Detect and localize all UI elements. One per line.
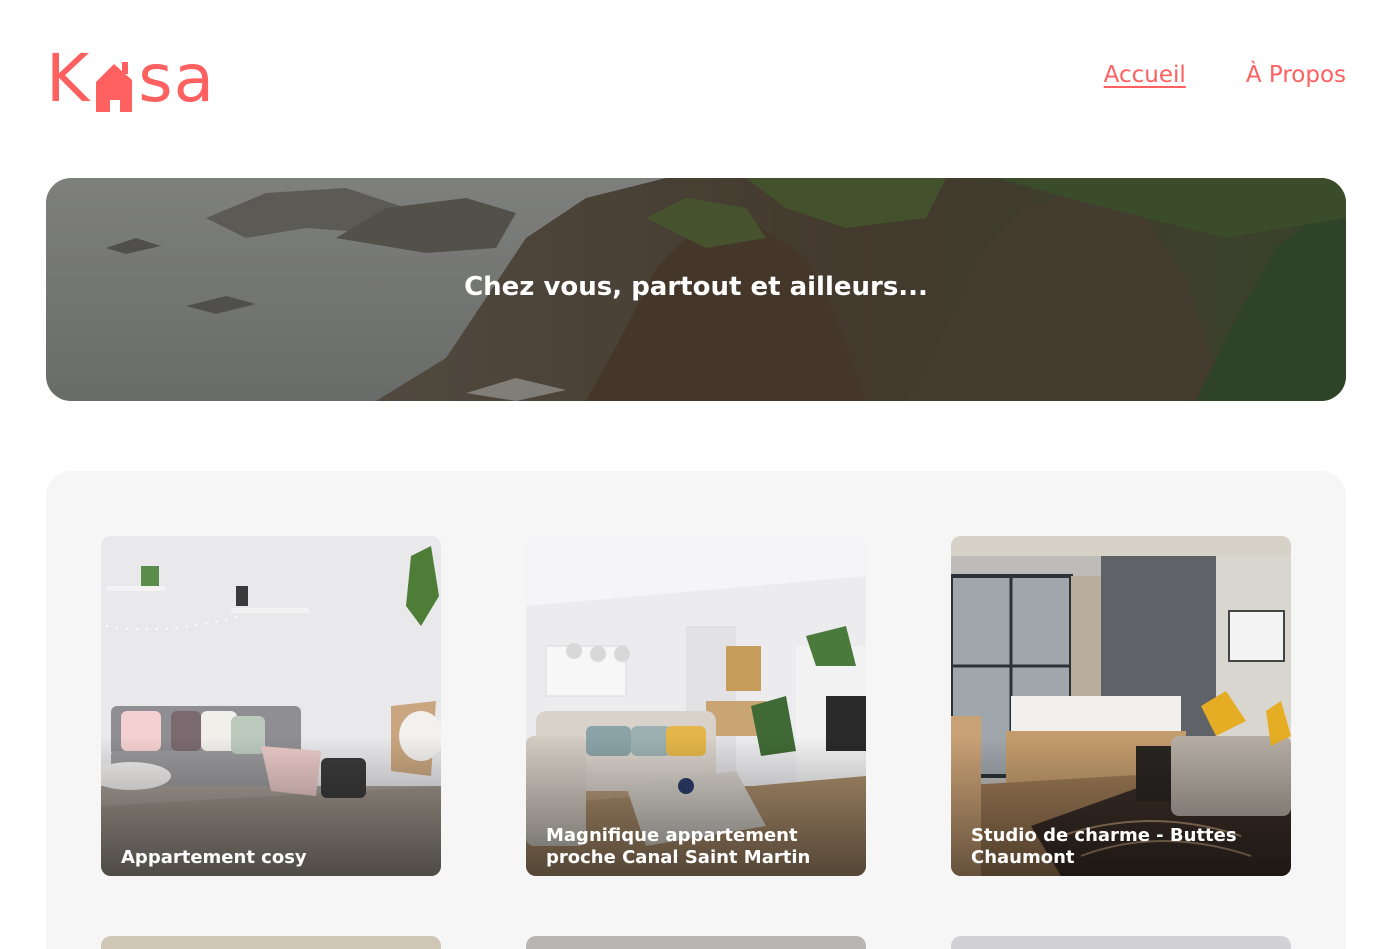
- card-title: Studio de charme - Buttes Chaumont: [971, 825, 1237, 868]
- card-title: Appartement cosy: [121, 847, 307, 868]
- housing-card[interactable]: Magnifique appartement proche Canal Sain…: [526, 536, 866, 876]
- card-title: Magnifique appartement proche Canal Sain…: [546, 825, 811, 868]
- header: K sa Accueil À Propos: [46, 40, 1346, 112]
- logo-letters-sa: sa: [138, 40, 216, 117]
- housing-card-partial[interactable]: [951, 936, 1291, 949]
- house-icon: [92, 56, 136, 114]
- main-nav: Accueil À Propos: [1104, 62, 1346, 88]
- housing-card-partial[interactable]: [526, 936, 866, 949]
- banner-title: Chez vous, partout et ailleurs...: [464, 272, 928, 302]
- nav-link-a-propos[interactable]: À Propos: [1246, 62, 1346, 88]
- logo-letter-k: K: [46, 40, 91, 117]
- hero-banner: Chez vous, partout et ailleurs...: [46, 178, 1346, 401]
- housing-gallery: Appartement cosy Magnifique appartement …: [46, 471, 1346, 949]
- housing-card[interactable]: Appartement cosy: [101, 536, 441, 876]
- nav-link-accueil[interactable]: Accueil: [1104, 62, 1186, 88]
- kasa-logo[interactable]: K sa: [46, 40, 215, 112]
- housing-card[interactable]: Studio de charme - Buttes Chaumont: [951, 536, 1291, 876]
- housing-card-partial[interactable]: [101, 936, 441, 949]
